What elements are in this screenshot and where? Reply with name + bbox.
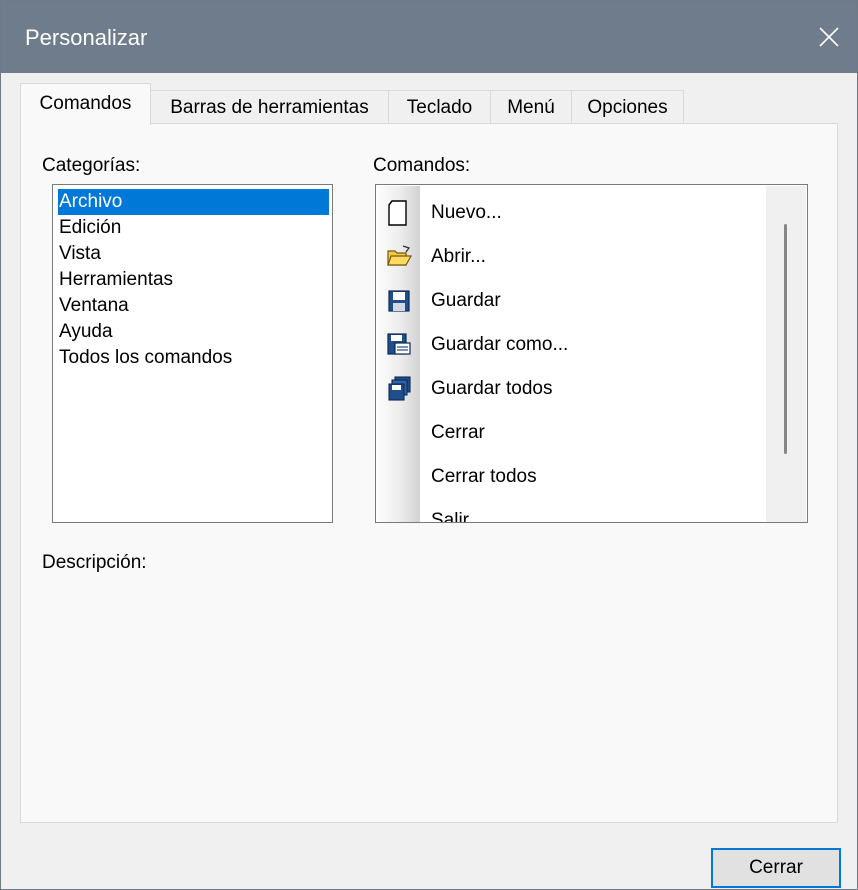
command-item-cerrar[interactable]: Cerrar [377, 411, 765, 455]
category-item-todos-los-comandos[interactable]: Todos los comandos [59, 345, 232, 371]
window-title: Personalizar [25, 25, 148, 50]
categories-listbox[interactable]: Archivo Edición Vista Herramientas Venta… [52, 184, 333, 523]
tab-comandos[interactable]: Comandos [20, 83, 151, 125]
tab-opciones[interactable]: Opciones [571, 90, 684, 123]
category-item-ventana[interactable]: Ventana [59, 293, 129, 319]
close-button[interactable]: Cerrar [711, 848, 841, 888]
tab-teclado[interactable]: Teclado [388, 90, 491, 123]
command-label: Abrir... [431, 246, 486, 267]
save-all-icon [388, 376, 411, 401]
new-document-icon [388, 200, 407, 226]
command-label: Guardar [431, 290, 501, 311]
title-bar: Personalizar [1, 1, 857, 73]
category-item-archivo[interactable]: Archivo [58, 189, 329, 215]
command-item-guardar[interactable]: Guardar [377, 279, 765, 323]
command-item-guardar-todos[interactable]: Guardar todos [377, 367, 765, 411]
commands-scrollbar[interactable] [766, 186, 806, 522]
tab-barras-de-herramientas[interactable]: Barras de herramientas [150, 90, 389, 123]
category-item-herramientas[interactable]: Herramientas [59, 267, 173, 293]
categories-label: Categorías: [42, 155, 141, 176]
command-item-nuevo[interactable]: Nuevo... [377, 191, 765, 235]
save-icon [388, 290, 410, 312]
command-label: Cerrar todos [431, 466, 537, 487]
command-item-abrir[interactable]: Abrir... [377, 235, 765, 279]
command-label: Salir [431, 510, 470, 523]
command-label: Guardar como... [431, 334, 569, 355]
command-item-guardar-como[interactable]: Guardar como... [377, 323, 765, 367]
category-item-vista[interactable]: Vista [59, 241, 101, 267]
commands-listbox[interactable]: Nuevo... Abrir... Guardar Guardar como..… [375, 184, 808, 523]
close-window-button[interactable] [801, 1, 857, 73]
commands-label: Comandos: [373, 155, 471, 176]
tab-content-comandos: Categorías: Archivo Edición Vista Herram… [20, 123, 838, 823]
scrollbar-thumb[interactable] [784, 224, 787, 454]
open-folder-icon [387, 245, 413, 266]
command-item-cerrar-todos[interactable]: Cerrar todos [377, 455, 765, 499]
category-item-edicion[interactable]: Edición [59, 215, 121, 241]
close-icon [819, 27, 839, 47]
command-label: Nuevo... [431, 202, 502, 223]
description-label: Descripción: [42, 552, 147, 573]
command-label: Cerrar [431, 422, 485, 443]
command-item-salir[interactable]: Salir [377, 499, 765, 523]
tab-menu[interactable]: Menú [490, 90, 572, 123]
category-item-ayuda[interactable]: Ayuda [59, 319, 113, 345]
customize-dialog: Personalizar Comandos Barras de herramie… [0, 0, 858, 890]
command-label: Guardar todos [431, 378, 553, 399]
save-as-icon [387, 333, 411, 355]
